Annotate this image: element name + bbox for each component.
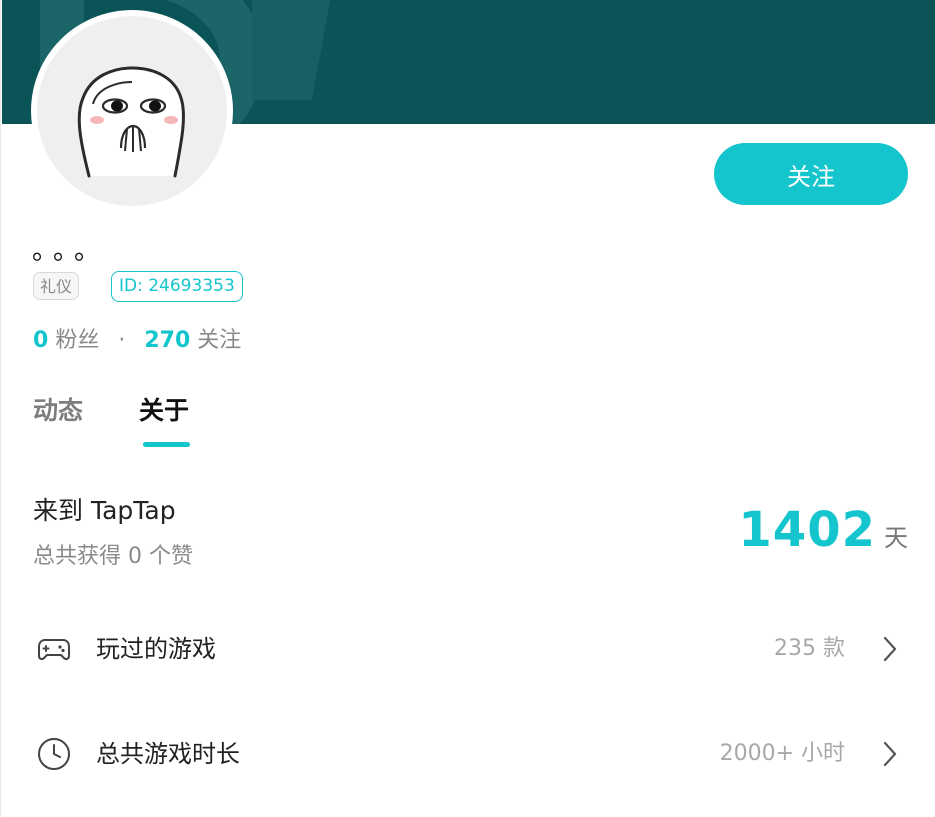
- chevron-right-icon: [883, 636, 897, 662]
- user-id-badge[interactable]: ID: 24693353: [111, 271, 243, 302]
- clock-icon: [38, 738, 70, 770]
- total-playtime-value: 2000+ 小时: [719, 741, 845, 766]
- days-count: 1402: [738, 502, 876, 558]
- tab-about[interactable]: 关于: [139, 393, 189, 429]
- total-playtime-row[interactable]: 总共游戏时长 2000+ 小时: [0, 724, 935, 784]
- chevron-right-icon: [883, 741, 897, 767]
- joined-taptap-title: 来到 TapTap: [33, 496, 176, 525]
- active-tab-indicator: [143, 442, 190, 447]
- etiquette-badge[interactable]: 礼仪: [33, 272, 80, 300]
- following-label[interactable]: 关注: [197, 328, 241, 353]
- gamepad-icon: [38, 639, 70, 661]
- fans-count[interactable]: 0: [33, 328, 48, 353]
- avatar[interactable]: [37, 16, 227, 206]
- total-playtime-label: 总共游戏时长: [96, 740, 240, 768]
- following-count[interactable]: 270: [144, 328, 190, 353]
- stats-separator: ·: [118, 328, 126, 353]
- page-border: [0, 0, 1, 817]
- days-unit: 天: [884, 524, 908, 552]
- username: 。。。: [32, 236, 109, 266]
- follow-button[interactable]: 关注: [714, 143, 908, 205]
- follow-stats: 0 粉丝 · 270 关注: [33, 325, 241, 357]
- days-since-join: 1402 天: [738, 500, 908, 560]
- sticker-avatar-icon: [77, 66, 185, 178]
- played-games-label: 玩过的游戏: [96, 635, 216, 663]
- played-games-row[interactable]: 玩过的游戏 235 款: [0, 619, 935, 679]
- played-games-count: 235 款: [774, 636, 845, 661]
- tab-posts[interactable]: 动态: [33, 393, 83, 429]
- fans-label[interactable]: 粉丝: [55, 328, 99, 353]
- total-likes-text: 总共获得 0 个赞: [33, 544, 193, 569]
